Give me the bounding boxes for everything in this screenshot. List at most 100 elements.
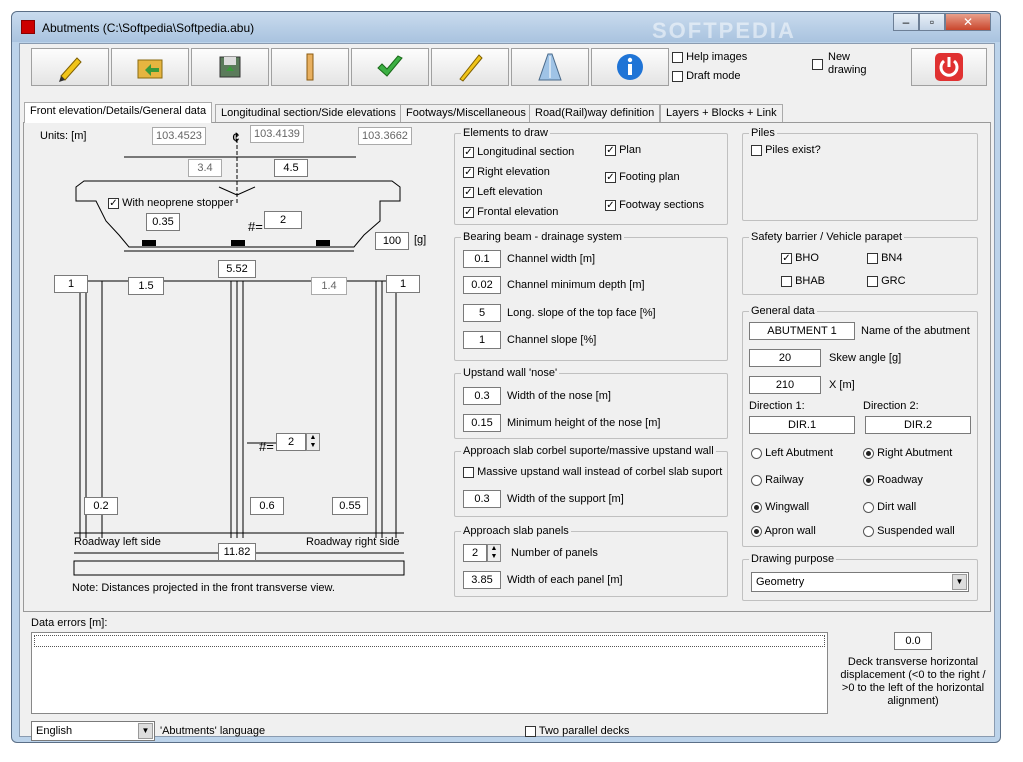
right-elevation-checkbox[interactable]: ✓ Right elevation <box>463 166 550 178</box>
x-field[interactable]: 210 <box>749 376 821 394</box>
panel-width-field[interactable]: 3.85 <box>463 571 501 589</box>
skew-angle-field[interactable]: 20 <box>749 349 821 367</box>
span-field[interactable]: 5.52 <box>218 260 256 278</box>
language-select[interactable]: English ▼ <box>31 721 155 741</box>
offset-right-field[interactable]: 1.4 <box>311 277 347 295</box>
draft-mode-checkbox[interactable]: Draft mode <box>672 70 740 82</box>
top-face-slope-label: Long. slope of the top face [%] <box>507 307 656 319</box>
apron-wall-radio[interactable]: Apron wall <box>751 525 816 537</box>
elevation-right-field[interactable]: 103.3662 <box>358 127 412 145</box>
deck-displacement-label: Deck transverse horizontal displacement … <box>840 656 986 707</box>
elevation-middle-field[interactable]: 103.4139 <box>250 125 304 143</box>
info-button[interactable] <box>591 48 669 86</box>
longitudinal-section-checkbox[interactable]: ✓ Longitudinal section <box>463 146 574 158</box>
piles-exist-checkbox[interactable]: Piles exist? <box>751 144 821 156</box>
panels-count-spinner[interactable]: ▲ ▼ <box>487 544 501 562</box>
suspended-wall-radio[interactable]: Suspended wall <box>863 525 955 537</box>
count-symbol-2: #= <box>259 439 274 454</box>
direction-2-field[interactable]: DIR.2 <box>865 416 971 434</box>
piles-group: Piles Piles exist? <box>742 127 978 221</box>
bn4-checkbox[interactable]: BN4 <box>867 252 902 264</box>
wingwall-radio[interactable]: Wingwall <box>751 501 809 513</box>
road-icon <box>538 53 562 81</box>
offset-left-field[interactable]: 1.5 <box>128 277 164 295</box>
channel-depth-field[interactable]: 0.02 <box>463 276 501 294</box>
open-button[interactable] <box>111 48 189 86</box>
two-parallel-decks-checkbox[interactable]: Two parallel decks <box>525 725 629 737</box>
abutment-name-field[interactable]: ABUTMENT 1 <box>749 322 855 340</box>
check-button[interactable] <box>351 48 429 86</box>
panels-count-field[interactable]: 2 <box>463 544 487 562</box>
nose-width-label: Width of the nose [m] <box>507 390 611 402</box>
save-button[interactable] <box>191 48 269 86</box>
distance-3-field[interactable]: 0.55 <box>332 497 368 515</box>
column-right-field[interactable]: 1 <box>386 275 420 293</box>
new-drawing-checkbox[interactable] <box>812 58 823 70</box>
tab-layers-blocks[interactable]: Layers + Blocks + Link <box>660 104 783 122</box>
right-abutment-radio[interactable]: Right Abutment <box>863 447 952 459</box>
abutment-drawing: Units: [m] ¢ 103.4523 103.4139 103.3662 … <box>24 123 444 611</box>
tab-road-definition[interactable]: Road(Rail)way definition <box>529 104 661 122</box>
tab-longitudinal-section[interactable]: Longitudinal section/Side elevations <box>215 104 402 122</box>
channel-width-field[interactable]: 0.1 <box>463 250 501 268</box>
tab-front-elevation[interactable]: Front elevation/Details/General data <box>24 102 213 123</box>
road-button[interactable] <box>511 48 589 86</box>
data-errors-textarea[interactable] <box>31 632 828 714</box>
plan-checkbox[interactable]: ✓ Plan <box>605 144 641 156</box>
bearing-beam-group: Bearing beam - drainage system 0.1 Chann… <box>454 231 728 361</box>
general-data-group: General data ABUTMENT 1 Name of the abut… <box>742 305 978 547</box>
grc-checkbox[interactable]: GRC <box>867 275 906 287</box>
data-errors-label: Data errors [m]: <box>31 617 108 629</box>
frontal-elevation-checkbox[interactable]: ✓ Frontal elevation <box>463 206 558 218</box>
skew-angle-label: Skew angle [g] <box>829 352 902 364</box>
gap-field[interactable]: 0.35 <box>146 213 180 231</box>
bhab-checkbox[interactable]: BHAB <box>781 275 825 287</box>
footing-plan-checkbox[interactable]: ✓ Footing plan <box>605 171 680 183</box>
save-disk-icon <box>219 56 241 78</box>
dirt-wall-radio[interactable]: Dirt wall <box>863 501 916 513</box>
bho-checkbox[interactable]: ✓ BHO <box>781 252 819 264</box>
top-face-slope-field[interactable]: 5 <box>463 304 501 322</box>
exit-button[interactable] <box>911 48 987 86</box>
minimize-button[interactable]: – <box>893 13 919 31</box>
tab-footways[interactable]: Footways/Miscellaneous <box>400 104 532 122</box>
distance-1-field[interactable]: 0.2 <box>84 497 118 515</box>
roadway-radio[interactable]: Roadway <box>863 474 923 486</box>
measure-button[interactable] <box>271 48 349 86</box>
total-width-field[interactable]: 11.82 <box>218 543 256 561</box>
draw-button[interactable] <box>431 48 509 86</box>
width-left-field[interactable]: 3.4 <box>188 159 222 177</box>
direction-2-label: Direction 2: <box>863 400 919 412</box>
approach-panels-group: Approach slab panels 2 ▲ ▼ Number of pane… <box>454 525 728 597</box>
maximize-button[interactable]: ▫ <box>919 13 945 31</box>
angle-field[interactable]: 100 <box>375 232 409 250</box>
nose-width-field[interactable]: 0.3 <box>463 387 501 405</box>
edit-button[interactable] <box>31 48 109 86</box>
language-label: 'Abutments' language <box>160 725 266 737</box>
railway-radio[interactable]: Railway <box>751 474 804 486</box>
footway-sections-checkbox[interactable]: ✓ Footway sections <box>605 199 704 211</box>
left-elevation-checkbox[interactable]: ✓ Left elevation <box>463 186 543 198</box>
drawing-purpose-select[interactable]: Geometry ▼ <box>751 572 969 592</box>
neoprene-checkbox[interactable]: ✓ With neoprene stopper <box>108 197 233 209</box>
bearings-count-field[interactable]: 2 <box>264 211 302 229</box>
width-right-field[interactable]: 4.5 <box>274 159 308 177</box>
elevation-left-field[interactable]: 103.4523 <box>152 127 206 145</box>
close-button[interactable]: ✕ <box>945 13 991 31</box>
direction-1-field[interactable]: DIR.1 <box>749 416 855 434</box>
distance-2-field[interactable]: 0.6 <box>250 497 284 515</box>
help-images-checkbox[interactable]: Help images <box>672 51 747 63</box>
x-label: X [m] <box>829 379 855 391</box>
support-width-field[interactable]: 0.3 <box>463 490 501 508</box>
nose-height-field[interactable]: 0.15 <box>463 414 501 432</box>
columns-count-spinner[interactable]: ▲ ▼ <box>306 433 320 451</box>
chevron-down-icon: ▼ <box>138 723 153 739</box>
columns-count-field[interactable]: 2 <box>276 433 306 451</box>
column-left-field[interactable]: 1 <box>54 275 88 293</box>
channel-slope-field[interactable]: 1 <box>463 331 501 349</box>
general-title: General data <box>749 305 817 317</box>
pencil-icon <box>59 57 82 82</box>
massive-wall-checkbox[interactable]: Massive upstand wall instead of corbel s… <box>463 466 722 478</box>
deck-displacement-field[interactable]: 0.0 <box>894 632 932 650</box>
left-abutment-radio[interactable]: Left Abutment <box>751 447 833 459</box>
